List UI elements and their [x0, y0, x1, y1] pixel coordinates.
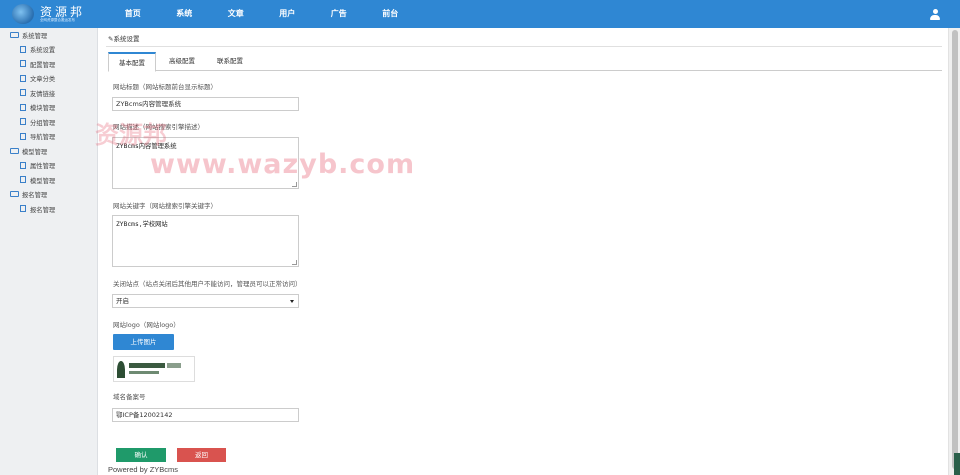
sidebar-item-attributes[interactable]: 属性管理 [20, 160, 55, 174]
sidebar-item-label: 模块管理 [30, 105, 56, 112]
nav-home[interactable]: 首页 [107, 0, 159, 28]
divider [106, 46, 942, 47]
site-keywords-label: 网站关键字（网站搜索引擎关键字） [113, 202, 217, 210]
nav-ads[interactable]: 广告 [313, 0, 365, 28]
breadcrumb-label: 系统设置 [113, 35, 140, 43]
sidebar-group-models[interactable]: 模型管理 [10, 146, 47, 160]
sidebar-item-navigation[interactable]: 导航管理 [20, 131, 55, 145]
scrollbar-thumb[interactable] [952, 30, 958, 469]
brand-subtitle: 全网资源整合搬运发布 [40, 18, 75, 22]
file-icon [20, 89, 26, 96]
nav-articles[interactable]: 文章 [210, 0, 262, 28]
sidebar-item-modules[interactable]: 模块管理 [20, 102, 55, 116]
site-title-label: 网站标题（网站标题前台显示标题） [113, 83, 217, 91]
tab-advanced[interactable]: 高级配置 [158, 52, 206, 71]
user-icon[interactable] [930, 9, 940, 20]
top-nav: 首页 系统 文章 用户 广告 前台 [107, 0, 416, 28]
sidebar-item-label: 属性管理 [30, 163, 56, 170]
chevron-down-icon [290, 300, 294, 303]
site-keywords-textarea[interactable]: ZYBcms,学校网站 [112, 215, 299, 267]
confirm-button[interactable]: 确认 [116, 448, 166, 462]
sidebar-group-system[interactable]: 系统管理 [10, 30, 47, 44]
site-close-select[interactable]: 开启 [112, 294, 299, 308]
file-icon [20, 103, 26, 111]
file-icon [20, 60, 26, 67]
nav-frontend[interactable]: 前台 [365, 0, 417, 28]
folder-icon [10, 147, 19, 154]
sidebar-item-label: 配置管理 [30, 61, 56, 69]
sidebar-item-label: 分组管理 [30, 119, 56, 127]
nav-system[interactable]: 系统 [159, 0, 211, 28]
watermark-url: www.wazyb.com [150, 149, 416, 180]
icp-input[interactable]: 鄂ICP备12002142 [112, 408, 299, 422]
logo-preview-image [113, 356, 195, 382]
side-tab[interactable] [954, 453, 960, 475]
tab-bar: 基本配置 高级配置 联系配置 [108, 52, 942, 72]
sidebar-item-label: 文章分类 [30, 76, 56, 83]
icp-label: 域名备案号 [113, 393, 146, 401]
brand-logo[interactable]: 资源邦 全网资源整合搬运发布 [8, 2, 108, 26]
site-title-input[interactable]: ZYBcms内容管理系统 [112, 97, 299, 111]
breadcrumb: ✎系统设置 [108, 33, 139, 43]
sidebar-group-signup[interactable]: 报名管理 [10, 189, 47, 203]
sidebar-group-label: 系统管理 [22, 33, 48, 40]
resize-grip-icon[interactable] [292, 182, 297, 187]
top-bar: 资源邦 全网资源整合搬运发布 首页 系统 文章 用户 广告 前台 [0, 0, 960, 28]
tab-contact[interactable]: 联系配置 [206, 52, 254, 71]
sidebar-item-model-mgmt[interactable]: 模型管理 [20, 175, 55, 189]
sidebar-item-label: 模型管理 [30, 177, 56, 185]
sidebar-item-signup-mgmt[interactable]: 报名管理 [20, 204, 55, 218]
file-icon [20, 118, 26, 125]
file-icon [20, 45, 26, 53]
tab-basic[interactable]: 基本配置 [108, 52, 156, 72]
sidebar-item-system-settings[interactable]: 系统设置 [20, 44, 55, 58]
logo-emblem-icon [12, 4, 34, 24]
vertical-scrollbar[interactable] [948, 28, 960, 475]
back-button[interactable]: 返回 [177, 448, 226, 462]
sidebar: 系统管理 系统设置 配置管理 文章分类 友情链接 模块管理 分组管理 导航管理 … [0, 28, 98, 475]
resize-grip-icon[interactable] [292, 260, 297, 265]
sidebar-group-label: 报名管理 [22, 192, 48, 199]
site-keywords-value: ZYBcms,学校网站 [116, 221, 168, 228]
sidebar-item-groups[interactable]: 分组管理 [20, 117, 55, 131]
file-icon [20, 74, 26, 82]
folder-icon [10, 191, 19, 197]
sidebar-group-label: 模型管理 [22, 148, 48, 156]
nav-users[interactable]: 用户 [262, 0, 314, 28]
sidebar-item-label: 友情链接 [30, 90, 56, 98]
sidebar-item-categories[interactable]: 文章分类 [20, 73, 55, 87]
site-logo-label: 网站logo（网站logo） [113, 321, 180, 329]
file-icon [20, 176, 26, 183]
sidebar-item-config[interactable]: 配置管理 [20, 59, 55, 73]
upload-image-button[interactable]: 上传图片 [113, 334, 174, 350]
watermark-cn: 资源邦 [95, 121, 167, 149]
file-icon [20, 205, 26, 212]
sidebar-item-label: 报名管理 [30, 206, 56, 214]
sidebar-item-label: 导航管理 [30, 134, 56, 141]
file-icon [20, 161, 26, 169]
file-icon [20, 132, 26, 140]
site-close-value: 开启 [116, 297, 129, 305]
sidebar-item-label: 系统设置 [30, 47, 56, 54]
sidebar-item-links[interactable]: 友情链接 [20, 88, 55, 102]
main-content: ✎系统设置 基本配置 高级配置 联系配置 网站标题（网站标题前台显示标题） ZY… [98, 28, 948, 475]
folder-icon [10, 32, 19, 38]
footer-text: Powered by ZYBcms [108, 465, 179, 474]
site-close-label: 关闭站点（站点关闭后其他用户不能访问，管理员可以正常访问） [113, 280, 302, 288]
